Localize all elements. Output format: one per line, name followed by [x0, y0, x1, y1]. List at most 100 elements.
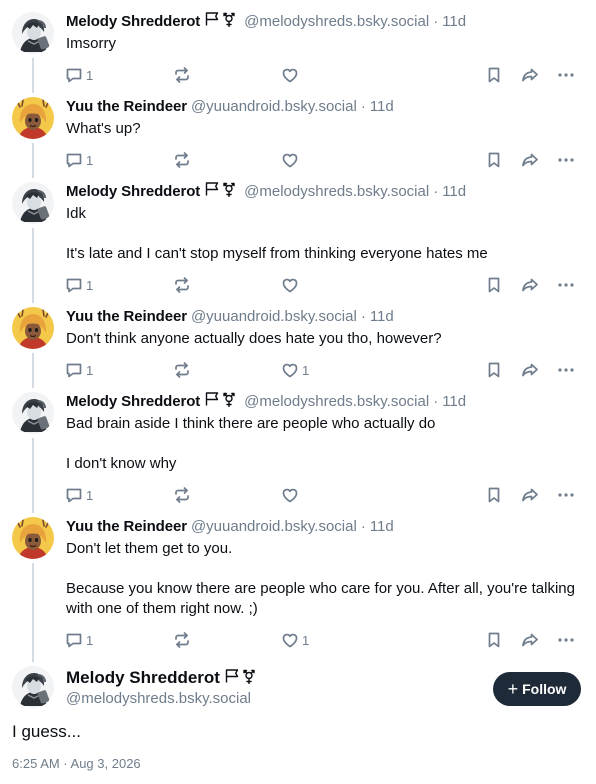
bookmark-button[interactable]: [484, 149, 504, 171]
post-paragraph: Idk: [66, 205, 87, 222]
bookmark-icon: [484, 485, 504, 505]
author-name[interactable]: Yuu the Reindeer: [66, 308, 187, 325]
share-button[interactable]: [520, 484, 540, 506]
avatar[interactable]: [12, 666, 54, 708]
author-handle[interactable]: @melodyshreds.bsky.social: [244, 393, 429, 410]
post-time[interactable]: 11d: [370, 518, 394, 535]
author-name[interactable]: Melody Shredderot: [66, 183, 200, 200]
follow-button[interactable]: + Follow: [493, 672, 581, 706]
more-options-button[interactable]: [556, 149, 576, 171]
like-icon: [280, 485, 300, 505]
bookmark-icon: [484, 360, 504, 380]
reply-count: 1: [86, 67, 94, 83]
share-button[interactable]: [520, 359, 540, 381]
thread-line: [32, 438, 34, 513]
share-button[interactable]: [520, 64, 540, 86]
post-time[interactable]: 11d: [442, 183, 466, 200]
repost-button[interactable]: [172, 149, 192, 171]
separator: ·: [360, 97, 366, 115]
author-handle[interactable]: @melodyshreds.bsky.social: [66, 690, 251, 707]
identity-flags: [204, 391, 236, 411]
author-name[interactable]: Yuu the Reindeer: [66, 98, 187, 115]
post-time[interactable]: 11d: [442, 13, 466, 30]
like-button[interactable]: [280, 274, 302, 296]
more-options-button[interactable]: [556, 64, 576, 86]
like-count: 1: [302, 362, 310, 378]
author-handle[interactable]: @yuuandroid.bsky.social: [191, 308, 357, 325]
more-options-button[interactable]: [556, 629, 576, 651]
white-flag-icon: [204, 11, 222, 31]
reply-icon: [64, 150, 84, 170]
reply-icon: [64, 485, 84, 505]
post-actions: 1: [0, 484, 596, 506]
post-header: Yuu the Reindeer @yuuandroid.bsky.social ·…: [66, 95, 394, 117]
author-name[interactable]: Melody Shredderot: [66, 668, 220, 688]
share-button[interactable]: [520, 629, 540, 651]
share-icon: [520, 65, 540, 85]
share-icon: [520, 485, 540, 505]
more-options-button[interactable]: [556, 359, 576, 381]
repost-icon: [172, 630, 192, 650]
post-paragraph: Because you know there are people who ca…: [66, 580, 575, 617]
reply-button[interactable]: 1: [64, 274, 93, 296]
more-options-icon: [556, 360, 576, 380]
like-icon: [280, 360, 300, 380]
avatar[interactable]: [12, 12, 54, 54]
like-icon: [280, 65, 300, 85]
author-name[interactable]: Melody Shredderot: [66, 393, 200, 410]
avatar[interactable]: [12, 307, 54, 349]
bookmark-button[interactable]: [484, 274, 504, 296]
repost-icon: [172, 65, 192, 85]
avatar[interactable]: [12, 392, 54, 434]
bookmark-button[interactable]: [484, 64, 504, 86]
reply-button[interactable]: 1: [64, 64, 93, 86]
like-button[interactable]: 1: [280, 629, 309, 651]
post-time[interactable]: 11d: [370, 308, 394, 325]
reply-button[interactable]: 1: [64, 149, 93, 171]
repost-button[interactable]: [172, 274, 192, 296]
reply-button[interactable]: 1: [64, 629, 93, 651]
share-button[interactable]: [520, 149, 540, 171]
avatar[interactable]: [12, 182, 54, 224]
reply-count: 1: [86, 632, 94, 648]
author-handle[interactable]: @melodyshreds.bsky.social: [244, 13, 429, 30]
repost-button[interactable]: [172, 64, 192, 86]
like-button[interactable]: [280, 484, 302, 506]
author-handle[interactable]: @yuuandroid.bsky.social: [191, 518, 357, 535]
avatar[interactable]: [12, 97, 54, 139]
post-text: I guess...: [12, 722, 81, 741]
author-name[interactable]: Melody Shredderot: [66, 13, 200, 30]
post-paragraph: I don't know why: [66, 455, 177, 472]
post-actions: 1: [0, 274, 596, 296]
like-button[interactable]: [280, 64, 302, 86]
author-name[interactable]: Yuu the Reindeer: [66, 518, 187, 535]
like-button[interactable]: 1: [280, 359, 309, 381]
share-button[interactable]: [520, 274, 540, 296]
bookmark-button[interactable]: [484, 359, 504, 381]
bookmark-button[interactable]: [484, 629, 504, 651]
transgender-symbol-icon: [222, 11, 236, 31]
bookmark-button[interactable]: [484, 484, 504, 506]
more-options-icon: [556, 630, 576, 650]
repost-button[interactable]: [172, 359, 192, 381]
identity-flags: [224, 668, 256, 689]
more-options-button[interactable]: [556, 484, 576, 506]
post-timestamp[interactable]: 6:25 AM · Aug 3, 2026: [12, 756, 141, 771]
repost-button[interactable]: [172, 484, 192, 506]
like-button[interactable]: [280, 149, 302, 171]
reply-button[interactable]: 1: [64, 484, 93, 506]
avatar[interactable]: [12, 517, 54, 559]
post-paragraph: It's late and I can't stop myself from t…: [66, 245, 488, 262]
author-handle[interactable]: @melodyshreds.bsky.social: [244, 183, 429, 200]
post-time[interactable]: 11d: [370, 98, 394, 115]
author-handle[interactable]: @yuuandroid.bsky.social: [191, 98, 357, 115]
reply-button[interactable]: 1: [64, 359, 93, 381]
post-actions: 1: [0, 64, 596, 86]
more-options-button[interactable]: [556, 274, 576, 296]
post-time[interactable]: 11d: [442, 393, 466, 410]
transgender-symbol-icon: [222, 391, 236, 411]
post-header: Yuu the Reindeer @yuuandroid.bsky.social ·…: [66, 305, 394, 327]
anchor-author-row: Melody Shredderot: [66, 666, 260, 690]
repost-button[interactable]: [172, 629, 192, 651]
like-icon: [280, 150, 300, 170]
